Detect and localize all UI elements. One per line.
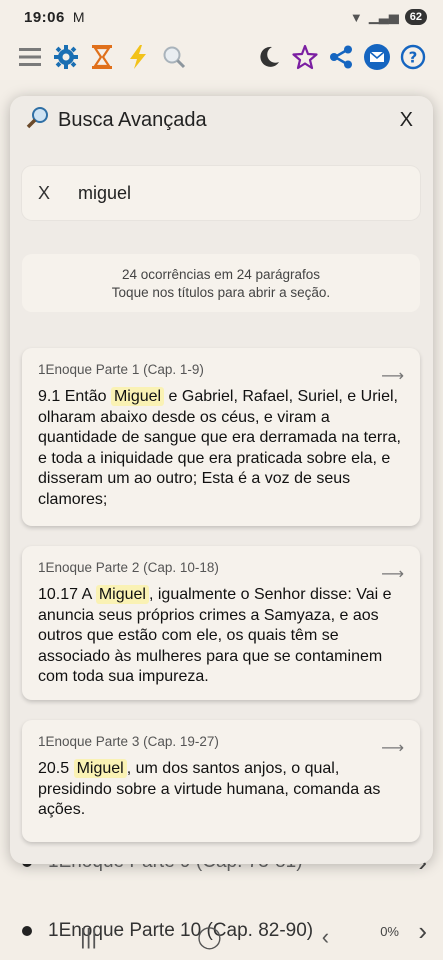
magnifier-icon <box>26 105 50 135</box>
menu-icon[interactable] <box>12 39 48 75</box>
match-highlight: Miguel <box>95 585 149 604</box>
result-text: 10.17 A Miguel, igualmente o Senhor diss… <box>38 585 392 685</box>
chevron-right-icon[interactable]: › <box>418 916 427 947</box>
result-reference[interactable]: 1Enoque Parte 2 (Cap. 10-18) <box>38 560 404 575</box>
search-field[interactable]: X miguel <box>22 166 420 220</box>
result-text: 9.1 Então Miguel e Gabriel, Rafael, Suri… <box>38 387 401 508</box>
match-highlight: Miguel <box>73 759 127 778</box>
results-count: 24 ocorrências em 24 parágrafos <box>121 267 321 282</box>
result-reference[interactable]: 1Enoque Parte 3 (Cap. 19-27) <box>38 734 404 749</box>
close-button[interactable]: X <box>396 105 417 136</box>
status-bar: 19:06 M ▼ ▁▃▅ 62 <box>0 0 443 34</box>
back-icon[interactable]: ‹ <box>322 924 329 950</box>
arrow-right-icon[interactable]: ⟶ <box>381 564 404 584</box>
battery-icon: 62 <box>404 9 427 25</box>
system-nav-bar: ||| ◯ ‹ <box>80 924 329 950</box>
home-icon[interactable]: ◯ <box>197 924 222 950</box>
share-icon[interactable] <box>323 39 359 75</box>
moon-icon[interactable] <box>251 39 287 75</box>
dialog-title: Busca Avançada <box>58 108 207 131</box>
arrow-right-icon[interactable]: ⟶ <box>381 738 404 758</box>
recents-icon[interactable]: ||| <box>80 924 97 950</box>
mail-icon[interactable] <box>359 39 395 75</box>
status-time: 19:06 <box>24 8 65 26</box>
help-icon[interactable]: ? <box>395 39 431 75</box>
app-toolbar: ? <box>0 34 443 80</box>
wifi-icon: ▼ <box>349 9 363 25</box>
progress-percent: 0% <box>380 923 399 939</box>
result-reference[interactable]: 1Enoque Parte 1 (Cap. 1-9) <box>38 362 404 377</box>
lightning-icon[interactable] <box>120 39 156 75</box>
results-hint: Toque nos títulos para abrir a seção. <box>111 285 331 300</box>
search-input[interactable]: miguel <box>78 183 131 204</box>
gear-icon[interactable] <box>48 39 84 75</box>
arrow-right-icon[interactable]: ⟶ <box>381 366 404 386</box>
clear-search-button[interactable]: X <box>38 183 66 204</box>
bullet-icon <box>22 926 32 936</box>
match-highlight: Miguel <box>110 387 165 406</box>
result-card[interactable]: 1Enoque Parte 1 (Cap. 1-9) ⟶ 9.1 Então M… <box>22 348 420 526</box>
result-card[interactable]: 1Enoque Parte 3 (Cap. 19-27) ⟶ 20.5 Migu… <box>22 720 420 842</box>
hourglass-icon[interactable] <box>84 39 120 75</box>
svg-text:?: ? <box>409 49 418 67</box>
search-icon[interactable] <box>156 39 192 75</box>
dialog-header: Busca Avançada X <box>10 96 433 144</box>
signal-icon: ▁▃▅ <box>368 9 399 24</box>
gmail-icon: M <box>72 9 85 25</box>
result-text: 20.5 Miguel, um dos santos anjos, o qual… <box>38 759 381 818</box>
star-icon[interactable] <box>287 39 323 75</box>
advanced-search-dialog: Busca Avançada X X miguel 24 ocorrências… <box>10 96 433 864</box>
results-summary: 24 ocorrências em 24 parágrafos Toque no… <box>22 254 420 312</box>
status-right: ▼ ▁▃▅ 62 <box>350 9 427 25</box>
result-card[interactable]: 1Enoque Parte 2 (Cap. 10-18) ⟶ 10.17 A M… <box>22 546 420 700</box>
